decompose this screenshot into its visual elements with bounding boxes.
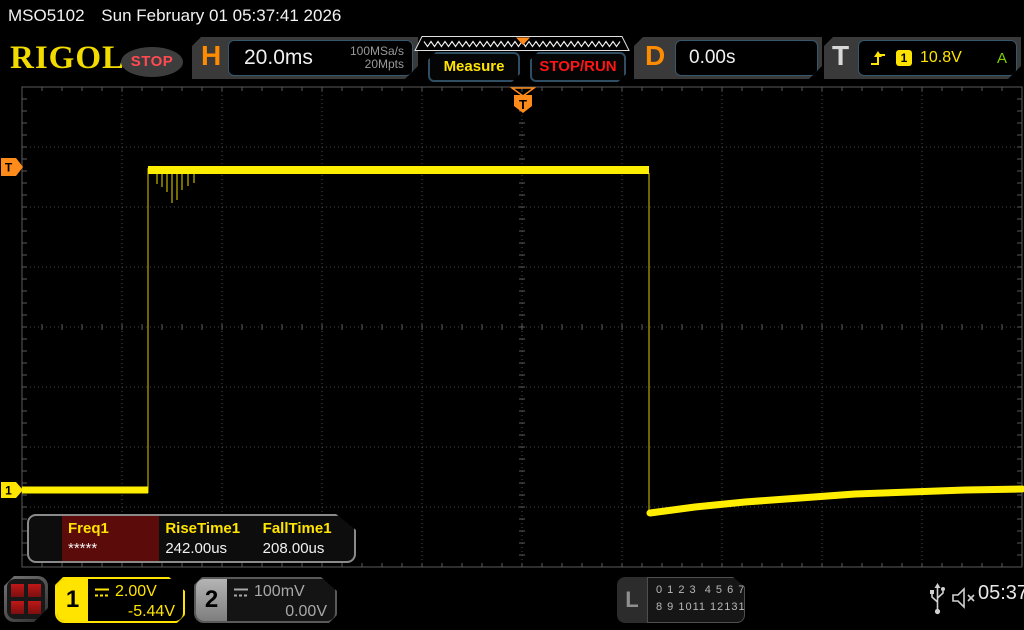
channel-2-offset: 0.00V [285, 602, 327, 622]
dc-coupling-icon [94, 587, 110, 598]
bottom-bar: 1 2.00V -5.44V 2 [0, 570, 1024, 630]
main-menu-button[interactable] [4, 576, 48, 622]
measurement-value: 208.00us [263, 539, 354, 559]
svg-text:T: T [5, 161, 13, 175]
channel-1-offset: -5.44V [128, 602, 175, 622]
menu-grid-icon [7, 579, 45, 619]
clock-display: 05:37 [978, 582, 1024, 605]
oscilloscope-screen: MSO5102 Sun February 01 05:37:41 2026 RI… [0, 0, 1024, 630]
channel-1-badge[interactable]: 1 2.00V -5.44V [55, 577, 185, 623]
measurement-value: ***** [68, 539, 159, 559]
measurement-risetime1[interactable]: RiseTime1 242.00us [159, 516, 256, 561]
svg-text:T: T [519, 97, 527, 112]
measurement-label: RiseTime1 [165, 519, 256, 539]
channel-2-scale: 100mV [254, 582, 305, 602]
channel-1-level-marker[interactable]: 1 [1, 482, 23, 498]
speaker-muted-icon[interactable] [950, 586, 977, 610]
measurement-panel: Freq1 ***** RiseTime1 242.00us FallTime1… [27, 514, 356, 563]
logic-channels-row1: 0 1 2 3 4 5 6 7 [656, 582, 744, 599]
channel-1-scale: 2.00V [115, 582, 157, 602]
logic-channel-list: 0 1 2 3 4 5 6 7 8 9 1011 12131415 [647, 577, 745, 623]
channel-2-number: 2 [196, 579, 227, 621]
trigger-position-marker[interactable]: T [512, 88, 534, 113]
channel-1-number: 1 [57, 579, 88, 621]
svg-text:1: 1 [5, 484, 12, 498]
measurement-value: 242.00us [165, 539, 256, 559]
trigger-level-marker[interactable]: T [1, 158, 23, 176]
channel-2-badge[interactable]: 2 100mV 0.00V [194, 577, 337, 623]
measurement-freq1[interactable]: Freq1 ***** [62, 516, 159, 561]
dc-coupling-icon [233, 587, 249, 598]
logic-analyzer-key: L [617, 577, 647, 623]
usb-icon [928, 582, 947, 616]
measurement-label: FallTime1 [263, 519, 354, 539]
logic-analyzer-badge[interactable]: L 0 1 2 3 4 5 6 7 8 9 1011 12131415 [617, 577, 745, 623]
logic-channels-row2: 8 9 1011 12131415 [656, 599, 744, 616]
measurement-label: Freq1 [68, 519, 159, 539]
measurement-falltime1[interactable]: FallTime1 208.00us [257, 516, 354, 561]
